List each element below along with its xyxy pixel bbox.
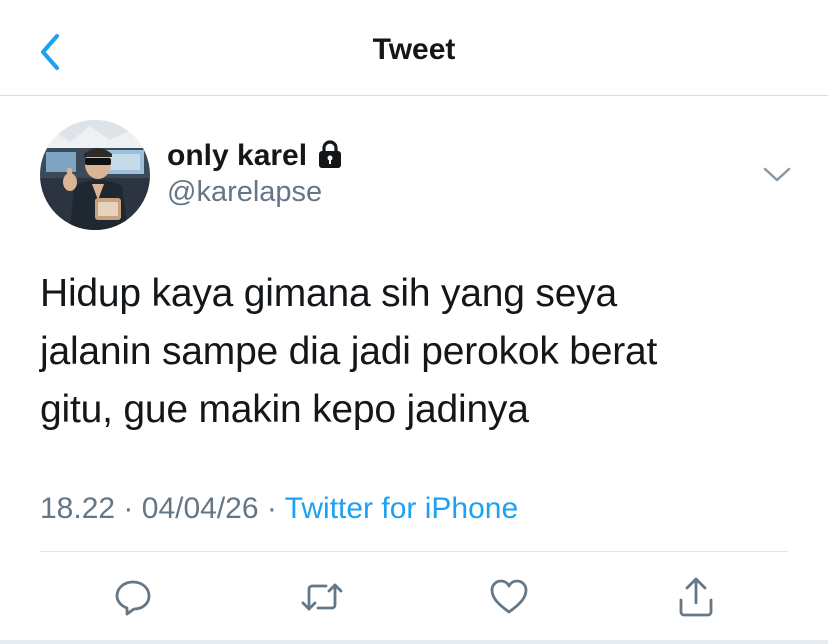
- retweet-button[interactable]: [297, 572, 347, 622]
- tweet-date: 04/04/26: [141, 492, 259, 525]
- share-button[interactable]: [671, 572, 721, 622]
- chevron-down-icon: [763, 167, 791, 182]
- tweet-metadata: 18.22 · 04/04/26 · Twitter for iPhone: [40, 492, 518, 526]
- display-name: only karel: [167, 138, 308, 172]
- tweet-text-line: gitu, gue makin kepo jadinya: [40, 388, 529, 431]
- avatar-photo: [40, 120, 150, 230]
- avatar[interactable]: [40, 120, 150, 230]
- share-icon: [679, 577, 713, 617]
- reply-icon: [115, 580, 151, 616]
- like-button[interactable]: [484, 572, 534, 622]
- author-name-row[interactable]: only karel: [167, 137, 344, 174]
- tweet-text-line: jalanin sampe dia jadi perokok berat: [40, 330, 658, 373]
- tweet-actions: [0, 572, 828, 622]
- divider: [40, 551, 788, 552]
- page-title: Tweet: [372, 33, 456, 66]
- reply-button[interactable]: [108, 572, 158, 622]
- lock-icon: [316, 139, 344, 174]
- like-icon: [490, 579, 528, 614]
- user-handle[interactable]: @karelapse: [167, 176, 322, 209]
- tweet-text-line: Hidup kaya gimana sih yang seya: [40, 272, 617, 315]
- more-options-button[interactable]: [760, 160, 794, 188]
- top-nav-bar: Tweet: [0, 0, 828, 96]
- tweet-time: 18.22: [40, 492, 116, 525]
- retweet-icon: [301, 583, 343, 611]
- tweet-source-link[interactable]: Twitter for iPhone: [285, 492, 518, 525]
- meta-separator: ·: [123, 492, 134, 525]
- bottom-divider: [0, 640, 828, 644]
- meta-separator: ·: [266, 492, 277, 525]
- tweet-text: Hidup kaya gimana sih yang seya jalanin …: [40, 265, 800, 439]
